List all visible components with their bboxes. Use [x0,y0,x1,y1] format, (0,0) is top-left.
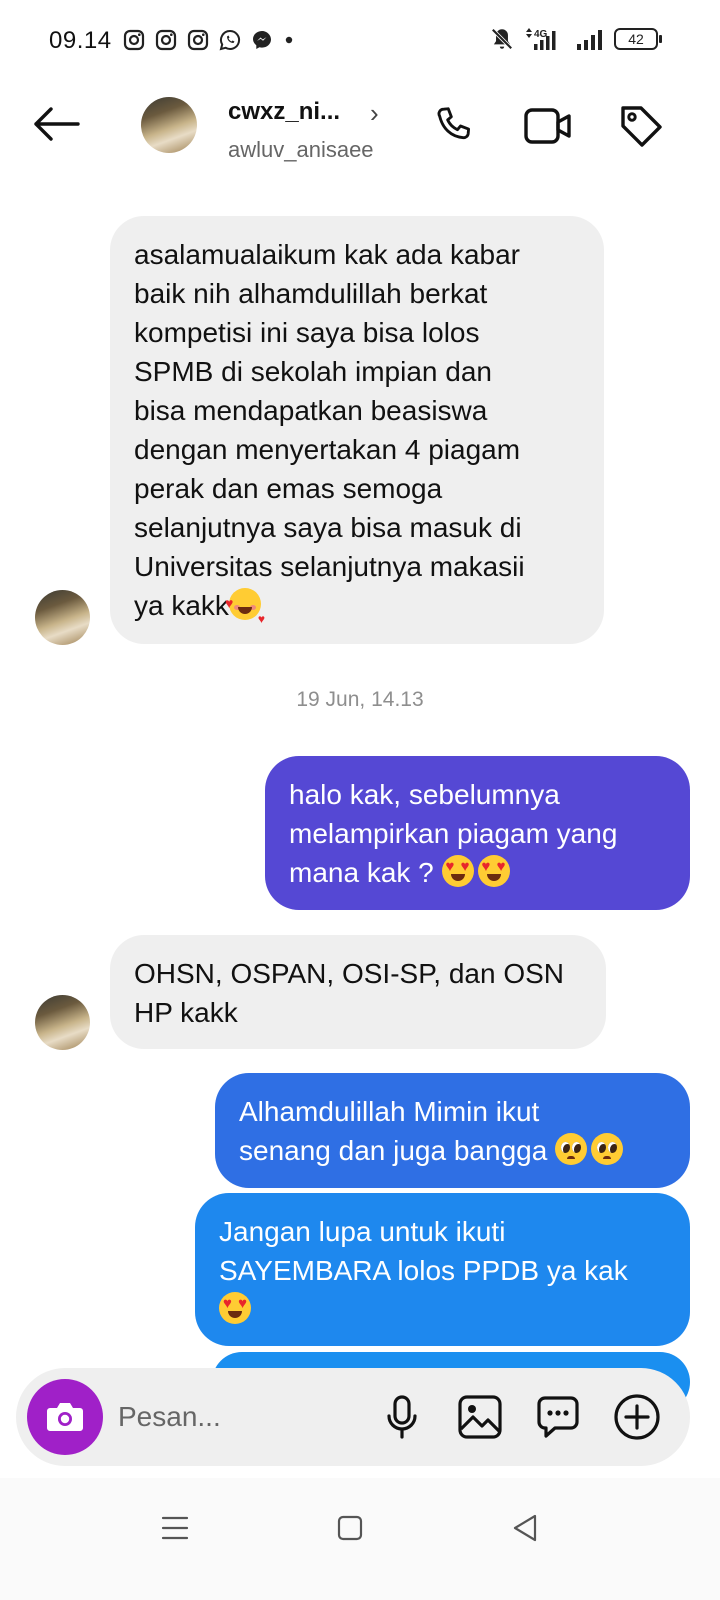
message-line: bisa mendapatkan beasiswa [134,395,488,426]
contact-avatar[interactable] [141,97,197,153]
message-line: dengan menyertakan 4 piagam [134,434,521,465]
message-line: Universitas selanjutnya makasii [134,551,525,582]
message-line: SAYEMBARA lolos PPDB ya kak [219,1255,628,1286]
message-composer [16,1368,690,1466]
signal-icon [577,30,602,50]
status-time: 09.14 [49,27,112,54]
message-bubble-outgoing[interactable]: Alhamdulillah Mimin ikut senang dan juga… [215,1073,690,1188]
phone-icon [437,107,471,140]
message-line-text: senang dan juga bangga [239,1135,548,1166]
message-line: kompetisi ini saya bisa lolos [134,317,480,348]
tag-icon [621,106,662,147]
video-icon [524,108,571,144]
pleading-face-icon [555,1133,588,1165]
sticker-button[interactable] [534,1393,582,1441]
video-call-button[interactable] [523,102,573,150]
message-input[interactable] [118,1396,358,1438]
network-label: 4G [534,29,548,40]
message-timestamp: 19 Jun, 14.13 [296,688,424,711]
mute-bell-icon [491,28,513,50]
camera-icon [47,1403,83,1431]
message-line: Jangan lupa untuk ikuti [219,1216,506,1247]
message-bubble-incoming[interactable]: asalamualaikum kak ada kabar baik nih al… [110,216,604,644]
nav-back-button[interactable] [495,1508,555,1548]
message-bubble-incoming[interactable]: OHSN, OSPAN, OSI-SP, dan OSN HP kakk [110,935,606,1049]
message-line: OHSN, OSPAN, OSI-SP, dan OSN [134,958,564,989]
gallery-icon [458,1395,502,1439]
dot-icon [285,36,293,44]
message-line: SPMB di sekolah impian dan [134,356,492,387]
message-line: senang dan juga bangga [239,1131,666,1170]
plus-icon [614,1394,660,1440]
contact-name: cwxz_ni... [228,98,341,125]
message-line: halo kak, sebelumnya [289,779,560,810]
message-line: Alhamdulillah Mimin ikut [239,1096,540,1127]
notification-icons [122,28,296,52]
heart-eyes-icon [441,855,474,887]
message-line-text: ya kakk [134,590,229,621]
message-line: HP kakk [134,997,238,1028]
pleading-face-icon [591,1133,624,1165]
sticker-icon [537,1396,579,1438]
menu-button[interactable] [145,1508,205,1548]
heart-eyes-icon [477,855,510,887]
message-line: mana kak ? [289,853,666,892]
sender-avatar[interactable] [35,995,90,1050]
instagram-icon [155,29,177,51]
microphone-icon [387,1395,417,1439]
message-bubble-outgoing[interactable]: Jangan lupa untuk ikuti SAYEMBARA lolos … [195,1193,690,1346]
message-line: ya kakk [134,584,580,639]
back-button[interactable] [28,100,84,148]
heart-eyes-icon [219,1292,251,1324]
home-button[interactable] [320,1508,380,1548]
camera-button[interactable] [27,1379,103,1455]
sender-avatar[interactable] [35,590,90,645]
more-button[interactable] [613,1393,661,1441]
messenger-icon [253,31,271,49]
message-line-text: mana kak ? [289,857,434,888]
status-bar: 09.14 4G 42 [0,0,720,80]
back-arrow-icon [34,107,80,141]
gallery-button[interactable] [456,1393,504,1441]
message-bubble-outgoing[interactable]: halo kak, sebelumnya melampirkan piagam … [265,756,690,910]
tag-button[interactable] [616,102,666,150]
chat-header: cwxz_ni... › awluv_anisaee [0,80,720,180]
message-line [219,1290,666,1329]
voice-call-button[interactable] [429,102,479,150]
contact-username: awluv_anisaee [228,137,374,162]
instagram-icon [123,29,145,51]
message-line: perak dan emas semoga [134,473,443,504]
smiling-face-with-hearts-icon [225,584,265,639]
voice-message-button[interactable] [378,1393,426,1441]
menu-icon [161,1516,189,1540]
battery-icon: 42 [614,28,662,50]
message-line: asalamualaikum kak ada kabar [134,239,520,270]
system-navigation-bar [0,1478,720,1600]
message-line: baik nih alhamdulillah berkat [134,278,488,309]
instagram-icon [187,29,209,51]
contact-info[interactable]: cwxz_ni... › awluv_anisaee [228,98,428,163]
signal-icon: 4G [526,28,556,50]
message-line: melampirkan piagam yang [289,818,618,849]
system-icons: 4G 42 [489,26,662,52]
home-square-icon [337,1515,363,1541]
message-line: selanjutnya saya bisa masuk di [134,512,522,543]
chevron-right-icon: › [370,98,379,128]
whatsapp-icon [219,29,241,51]
back-triangle-icon [513,1514,537,1542]
